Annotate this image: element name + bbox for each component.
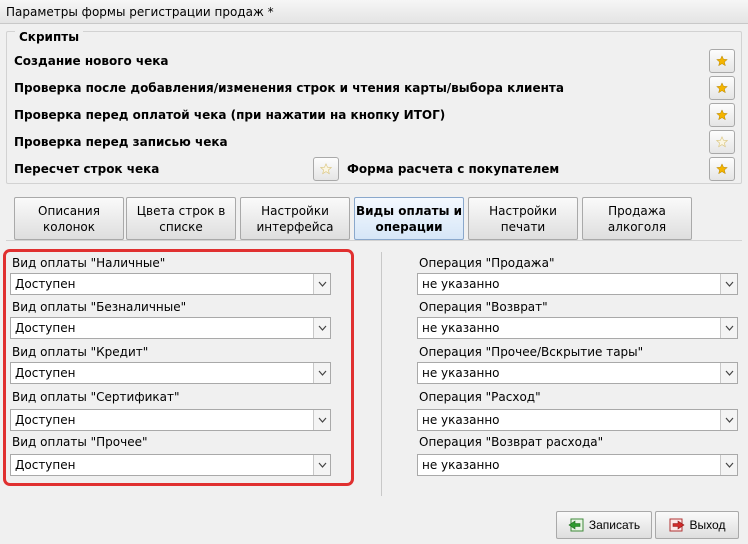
exit-arrow-icon <box>669 518 685 532</box>
star-filled-icon <box>716 82 728 94</box>
operation-other-select[interactable]: не указанно <box>417 362 738 384</box>
chevron-down-icon[interactable] <box>720 363 737 383</box>
script-payment-form-button[interactable] <box>709 157 735 181</box>
script-label-before-save: Проверка перед записью чека <box>14 135 228 149</box>
tab-column-descriptions[interactable]: Описания колонок <box>14 197 124 240</box>
star-filled-icon <box>716 55 728 67</box>
operation-expense-return-select[interactable]: не указанно <box>417 454 738 476</box>
operation-sale-label: Операция "Продажа" <box>419 256 555 270</box>
save-button[interactable]: Записать <box>556 511 652 539</box>
script-recalc-button[interactable] <box>313 157 339 181</box>
script-new-receipt-button[interactable] <box>709 49 735 73</box>
star-outline-icon <box>320 163 332 175</box>
script-after-change-button[interactable] <box>709 76 735 100</box>
chevron-down-icon[interactable] <box>720 274 737 294</box>
operation-sale-select[interactable]: не указанно <box>417 273 738 295</box>
script-before-payment-button[interactable] <box>709 103 735 127</box>
script-label-after-change: Проверка после добавления/изменения стро… <box>14 81 564 95</box>
scripts-group-title: Скрипты <box>15 30 84 44</box>
tab-interface-settings[interactable]: Настройки интерфейса <box>240 197 350 240</box>
script-label-recalc: Пересчет строк чека <box>14 162 160 176</box>
script-label-payment-form: Форма расчета с покупателем <box>347 162 560 176</box>
operation-return-select[interactable]: не указанно <box>417 317 738 339</box>
operation-expense-select[interactable]: не указанно <box>417 409 738 431</box>
tab-print-settings[interactable]: Настройки печати <box>468 197 578 240</box>
window-title: Параметры формы регистрации продаж * <box>0 0 748 24</box>
star-filled-icon <box>716 109 728 121</box>
script-label-new-receipt: Создание нового чека <box>14 54 169 68</box>
column-divider <box>381 252 382 496</box>
chevron-down-icon[interactable] <box>720 410 737 430</box>
chevron-down-icon[interactable] <box>720 455 737 475</box>
script-label-before-payment: Проверка перед оплатой чека (при нажатии… <box>14 108 446 122</box>
operation-return-label: Операция "Возврат" <box>419 300 548 314</box>
operation-other-label: Операция "Прочее/Вскрытие тары" <box>419 345 644 359</box>
star-filled-icon <box>716 163 728 175</box>
exit-button[interactable]: Выход <box>655 511 739 539</box>
operation-expense-return-label: Операция "Возврат расхода" <box>419 435 604 449</box>
save-arrow-icon <box>568 518 584 532</box>
tab-alcohol-sales[interactable]: Продажа алкоголя <box>582 197 692 240</box>
operation-expense-label: Операция "Расход" <box>419 390 541 404</box>
script-before-save-button[interactable] <box>709 130 735 154</box>
payment-types-highlight <box>3 249 354 486</box>
tab-payment-operations[interactable]: Виды оплаты и операции <box>354 197 464 240</box>
tab-row-colors[interactable]: Цвета строк в списке <box>126 197 236 240</box>
star-outline-icon <box>716 136 728 148</box>
chevron-down-icon[interactable] <box>720 318 737 338</box>
